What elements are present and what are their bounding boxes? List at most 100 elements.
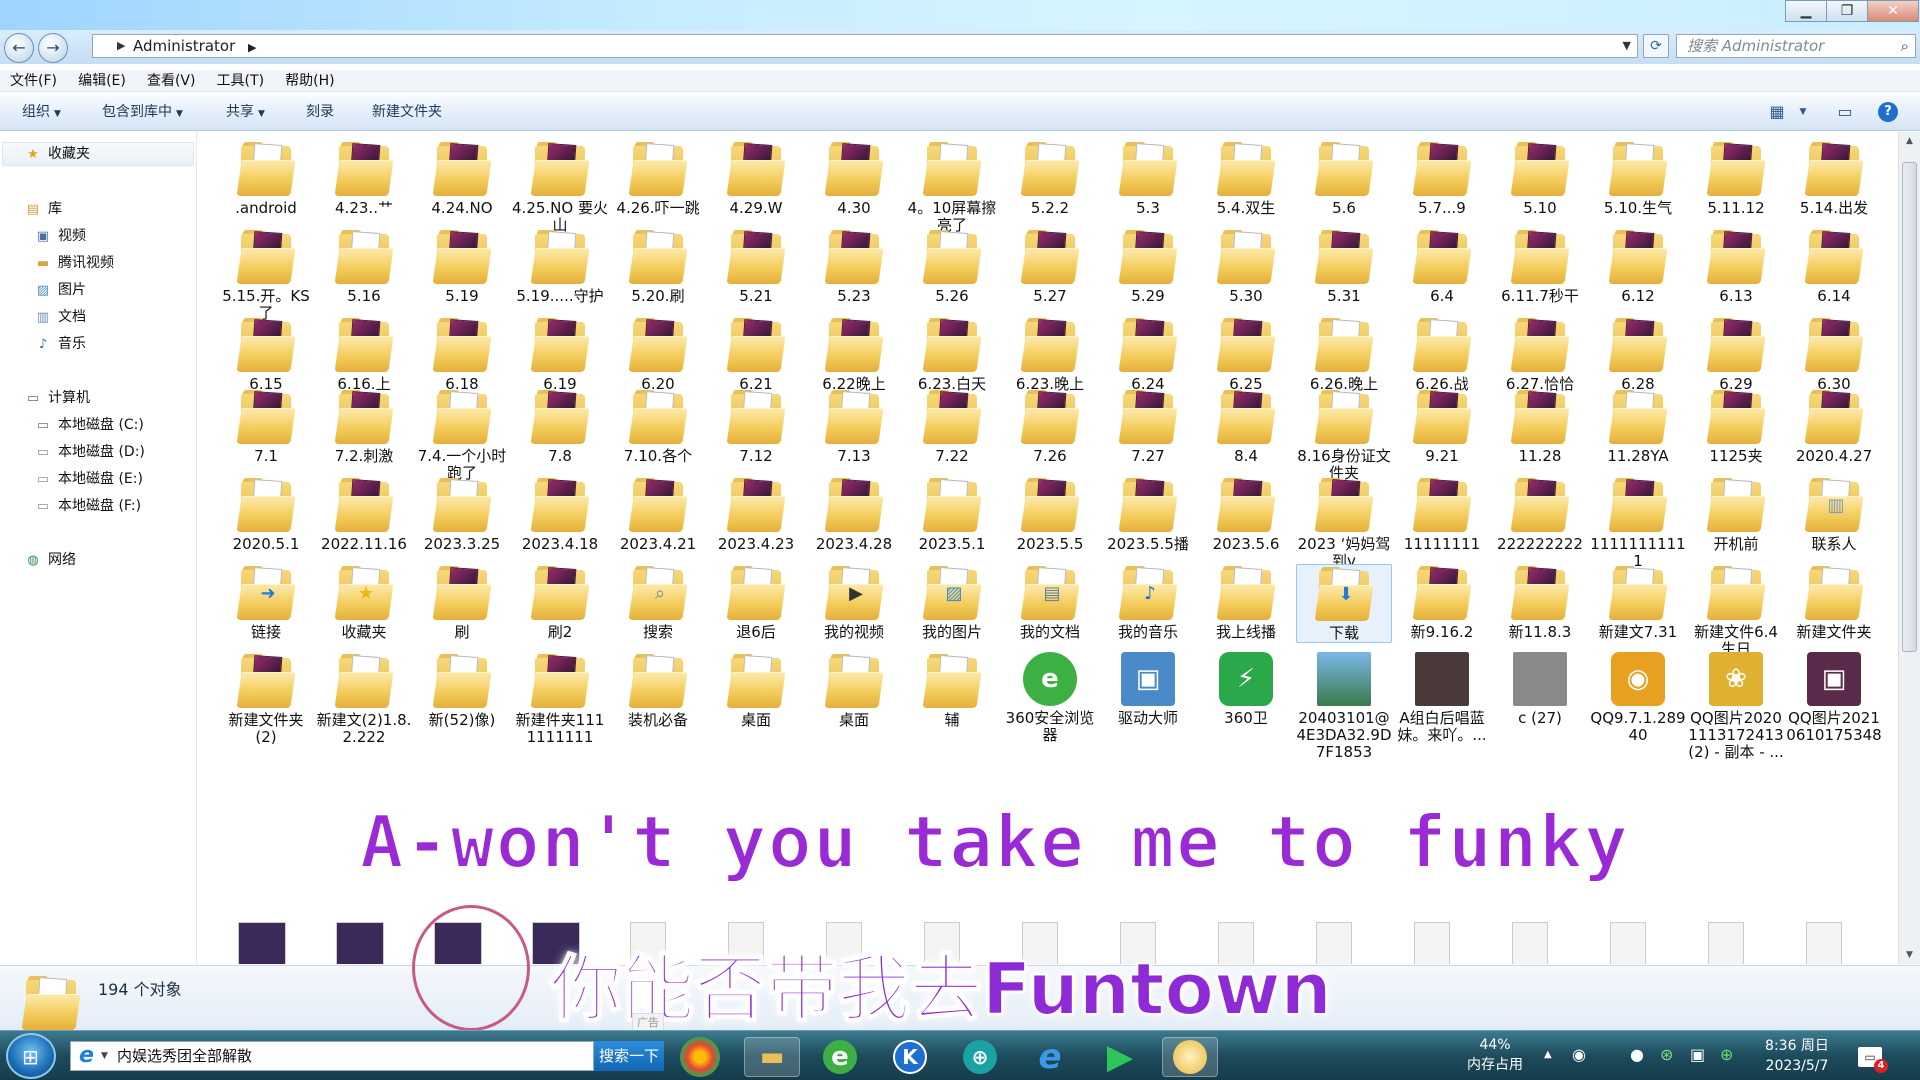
nav-network[interactable]: ◍ 网络 [24, 549, 76, 571]
file-item[interactable]: 7.10.各个 [610, 388, 706, 465]
file-item[interactable]: 退6后 [708, 564, 804, 641]
file-item[interactable]: 5.11.12 [1688, 140, 1784, 217]
file-thumbnail[interactable] [1708, 922, 1744, 964]
nav-drive-f[interactable]: ▭ 本地磁盘 (F:) [34, 495, 141, 517]
address-dropdown-icon[interactable]: ▼ [1623, 35, 1631, 57]
file-item[interactable]: ⌕ 搜索 [610, 564, 706, 641]
file-item[interactable]: 1125夹 [1688, 388, 1784, 465]
file-item[interactable]: 6.24 [1100, 316, 1196, 393]
address-bar[interactable]: ▶ Administrator ▶ ▼ [92, 34, 1638, 58]
file-item[interactable]: 新建文件夹(2) [218, 652, 314, 746]
file-item[interactable]: 5.7...9 [1394, 140, 1490, 217]
file-item[interactable]: 2023.4.23 [708, 476, 804, 553]
file-item[interactable]: 6.21 [708, 316, 804, 393]
search-go-button[interactable]: 搜索一下 [594, 1041, 664, 1071]
file-item[interactable]: 2023.3.25 [414, 476, 510, 553]
minimize-button[interactable]: ▁ [1785, 0, 1827, 22]
breadcrumb-administrator[interactable]: Administrator [133, 37, 235, 55]
file-item[interactable]: 新建文件夹 [1786, 564, 1882, 641]
file-item[interactable]: 11111111 [1394, 476, 1490, 553]
file-item[interactable]: 11.28 [1492, 388, 1588, 465]
file-item[interactable]: 5.29 [1100, 228, 1196, 305]
file-item[interactable]: 6.28 [1590, 316, 1686, 393]
file-item[interactable]: ★ 收藏夹 [316, 564, 412, 641]
forward-button[interactable]: → [38, 33, 68, 63]
breadcrumb-chevron-icon[interactable]: ▶ [248, 41, 256, 54]
file-item[interactable]: 5.20.刷 [610, 228, 706, 305]
file-item[interactable]: ♪ 我的音乐 [1100, 564, 1196, 641]
file-item[interactable]: 7.13 [806, 388, 902, 465]
file-item[interactable]: 新建件夹1111111111 [512, 652, 608, 746]
file-item[interactable]: 新建文件6.4生日 [1688, 564, 1784, 658]
file-item[interactable]: ➜ 链接 [218, 564, 314, 641]
file-item[interactable]: 5.31 [1296, 228, 1392, 305]
file-item[interactable]: 4.30 [806, 140, 902, 217]
file-item[interactable]: ▣ 驱动大师 [1100, 652, 1196, 727]
file-item[interactable]: 桌面 [708, 652, 804, 729]
file-item[interactable]: 新9.16.2 [1394, 564, 1490, 641]
file-item[interactable]: 6.11.7秒干 [1492, 228, 1588, 305]
file-item[interactable]: 新(52)像) [414, 652, 510, 729]
file-item[interactable]: 7.1 [218, 388, 314, 465]
file-item[interactable]: 7.2.刺激 [316, 388, 412, 465]
file-item[interactable]: 2023.5.6 [1198, 476, 1294, 553]
file-item[interactable]: 7.26 [1002, 388, 1098, 465]
media-player-icon[interactable]: ▶ [1092, 1037, 1148, 1077]
file-item[interactable]: ▥ 联系人 [1786, 476, 1882, 553]
360-browser-icon[interactable]: e [812, 1037, 868, 1077]
chrome-icon[interactable] [680, 1037, 720, 1077]
new-folder-button[interactable]: 新建文件夹 [372, 93, 442, 131]
file-item[interactable]: 7.4.一个小时跑了 [414, 388, 510, 482]
file-item[interactable]: 9.21 [1394, 388, 1490, 465]
file-item[interactable]: 11.28YA [1590, 388, 1686, 465]
menu-help[interactable]: 帮助(H) [277, 70, 342, 92]
file-item[interactable]: 2020.4.27 [1786, 388, 1882, 465]
file-item[interactable]: ⚡ 360卫 [1198, 652, 1294, 727]
menu-file[interactable]: 文件(F) [0, 70, 65, 92]
file-item[interactable]: 6.14 [1786, 228, 1882, 305]
help-icon[interactable]: ? [1878, 102, 1898, 122]
file-item[interactable]: 2023.4.18 [512, 476, 608, 553]
tray-expand-icon[interactable]: ▲ [1544, 1049, 1552, 1060]
file-item[interactable]: 7.8 [512, 388, 608, 465]
file-item[interactable]: 5.10.生气 [1590, 140, 1686, 217]
nav-library[interactable]: ▤ 库 [24, 198, 62, 220]
file-item[interactable]: 8.4 [1198, 388, 1294, 465]
file-item[interactable]: 2023.5.1 [904, 476, 1000, 553]
explorer-taskbar-icon[interactable]: ▬ [744, 1037, 800, 1077]
file-item[interactable]: 4.23..艹 [316, 140, 412, 217]
file-thumbnail[interactable] [1512, 922, 1548, 964]
close-button[interactable]: ✕ [1867, 0, 1919, 22]
network-tool-icon[interactable]: ⊕ [952, 1037, 1008, 1077]
file-item[interactable]: c (27) [1492, 652, 1588, 727]
back-button[interactable]: ← [4, 33, 34, 63]
file-item[interactable]: 8.16身份证文件夹 [1296, 388, 1392, 482]
file-item[interactable]: ▤ 我的文档 [1002, 564, 1098, 641]
file-item[interactable]: 6.27.恰恰 [1492, 316, 1588, 393]
file-item[interactable]: .android [218, 140, 314, 217]
file-item[interactable]: e 360安全浏览器 [1002, 652, 1098, 744]
menu-tools[interactable]: 工具(T) [209, 70, 272, 92]
file-item[interactable]: ▶ 我的视频 [806, 564, 902, 641]
start-button[interactable]: ⊞ [6, 1033, 56, 1079]
file-item[interactable]: 6.23.晚上 [1002, 316, 1098, 393]
maximize-button[interactable]: ❐ [1826, 0, 1868, 22]
file-item[interactable]: 7.27 [1100, 388, 1196, 465]
ie-search-box[interactable]: e ▼ 内娱选秀团全部解散 [70, 1041, 594, 1071]
include-in-library-button[interactable]: 包含到库中 ▼ [102, 93, 183, 133]
search-icon[interactable]: ⌕ [1901, 35, 1909, 57]
file-item[interactable]: 5.10 [1492, 140, 1588, 217]
menu-edit[interactable]: 编辑(E) [70, 70, 134, 92]
security-tray-icon[interactable]: ⊛ [1660, 1045, 1673, 1064]
file-item[interactable]: 开机前 [1688, 476, 1784, 553]
file-item[interactable]: 6.4 [1394, 228, 1490, 305]
file-item[interactable]: 6.26.战 [1394, 316, 1490, 393]
qq-tray-icon[interactable]: ● [1630, 1045, 1644, 1064]
app-taskbar-icon[interactable] [1162, 1037, 1218, 1077]
file-item[interactable]: 4.25.NO 要火山 [512, 140, 608, 234]
file-item[interactable]: 4.24.NO [414, 140, 510, 217]
file-item[interactable]: 6.30 [1786, 316, 1882, 393]
file-item[interactable]: 4.26.吓一跳 [610, 140, 706, 217]
file-item[interactable]: 新建文7.31 [1590, 564, 1686, 641]
file-item[interactable]: 5.4.双生 [1198, 140, 1294, 217]
